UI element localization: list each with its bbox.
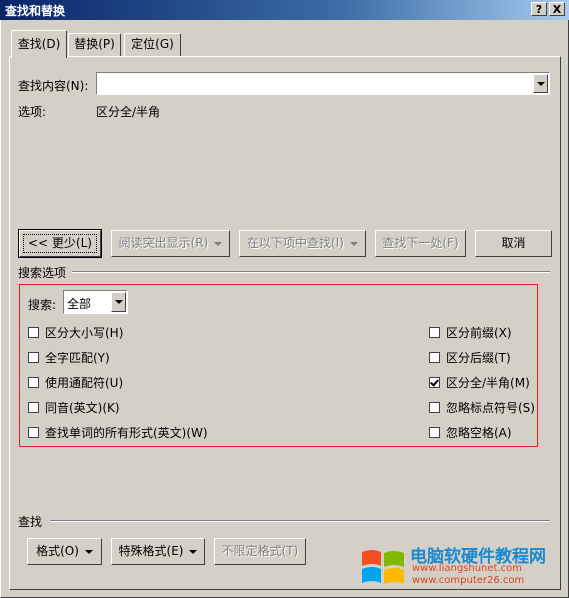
checkbox-sounds-like[interactable]: 同音(英文)(K): [28, 399, 120, 416]
chevron-down-icon: [189, 549, 198, 554]
special-format-button[interactable]: 特殊格式(E): [111, 538, 205, 565]
watermark-url-1: www.liangshunet.com: [412, 563, 522, 574]
checkbox-label: 忽略标点符号(S): [446, 401, 535, 415]
checkbox-wildcards[interactable]: 使用通配符(U): [28, 374, 123, 391]
checkbox-label: 同音(英文)(K): [45, 401, 120, 415]
format-button[interactable]: 格式(O): [27, 538, 102, 565]
checkbox-label: 查找单词的所有形式(英文)(W): [45, 426, 208, 440]
no-format-button[interactable]: 不限定格式(T): [214, 538, 306, 565]
checkbox-box[interactable]: [429, 327, 440, 338]
checkbox-label: 区分全/半角(M): [446, 376, 530, 390]
checkbox-label: 区分大小写(H): [45, 326, 124, 340]
checkbox-ignore-punctuation[interactable]: 忽略标点符号(S): [429, 399, 535, 416]
checkbox-ignore-spaces[interactable]: 忽略空格(A): [429, 424, 512, 441]
checkbox-box[interactable]: [28, 352, 39, 363]
checkbox-box[interactable]: [429, 352, 440, 363]
checkbox-box[interactable]: [429, 402, 440, 413]
checkbox-all-word-forms[interactable]: 查找单词的所有形式(英文)(W): [28, 424, 208, 441]
chevron-down-icon: [84, 549, 93, 554]
checkbox-box[interactable]: [429, 427, 440, 438]
search-scope-dropdown-button[interactable]: [111, 292, 126, 312]
no-format-label: 不限定格式(T): [221, 544, 299, 558]
checkbox-box-checked[interactable]: [429, 377, 440, 388]
windows-logo-icon: [362, 550, 404, 584]
checkbox-match-case[interactable]: 区分大小写(H): [28, 324, 123, 341]
checkbox-match-prefix[interactable]: 区分前缀(X): [429, 324, 512, 341]
checkbox-box[interactable]: [28, 402, 39, 413]
find-section-heading: 查找: [18, 515, 43, 529]
checkbox-label: 全字匹配(Y): [45, 351, 110, 365]
checkbox-label: 使用通配符(U): [45, 376, 124, 390]
search-scope-select[interactable]: 全部: [63, 290, 128, 314]
search-scope-label: 搜索:: [28, 298, 57, 312]
checkbox-match-width[interactable]: 区分全/半角(M): [429, 374, 530, 391]
format-label: 格式(O): [36, 544, 79, 558]
watermark-url-2: www.computer26.com: [412, 575, 525, 586]
checkbox-label: 忽略空格(A): [446, 426, 512, 440]
checkbox-box[interactable]: [28, 427, 39, 438]
checkbox-label: 区分后缀(T): [446, 351, 511, 365]
checkbox-label: 区分前缀(X): [446, 326, 512, 340]
site-watermark: 电脑软硬件教程网 www.liangshunet.com www.compute…: [358, 542, 563, 590]
checkbox-whole-word[interactable]: 全字匹配(Y): [28, 349, 110, 366]
checkbox-box[interactable]: [28, 377, 39, 388]
search-options-content: 搜索: 全部 区分大小写(H) 全字匹配(Y) 使用通配符(U) 同音(英文)(…: [0, 0, 569, 598]
search-scope-value: 全部: [67, 297, 92, 311]
checkbox-box[interactable]: [28, 327, 39, 338]
find-section-divider: [50, 520, 550, 522]
special-format-label: 特殊格式(E): [118, 544, 184, 558]
checkbox-match-suffix[interactable]: 区分后缀(T): [429, 349, 511, 366]
